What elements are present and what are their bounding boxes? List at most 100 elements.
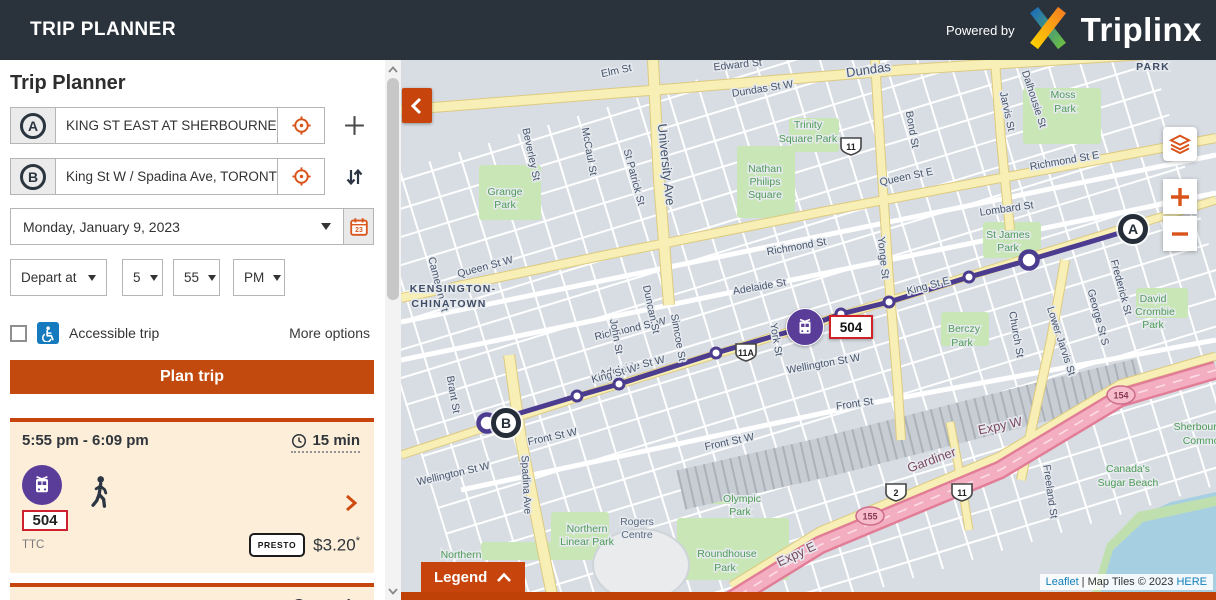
svg-text:155: 155: [862, 512, 877, 522]
svg-text:Berczy: Berczy: [948, 323, 981, 335]
svg-text:PARK: PARK: [1136, 61, 1170, 73]
zoom-out-button[interactable]: [1163, 216, 1197, 251]
zoom-in-button[interactable]: [1163, 179, 1197, 214]
app-header: TRIP PLANNER Powered by Triplinx: [0, 0, 1216, 60]
legend-bar-collapsed[interactable]: [401, 592, 1216, 600]
svg-text:Square Park: Square Park: [779, 133, 838, 145]
svg-text:CHINATOWN: CHINATOWN: [411, 298, 486, 310]
calendar-picker-button[interactable]: 23: [343, 209, 373, 244]
svg-text:Park: Park: [714, 562, 736, 574]
svg-text:Trinity: Trinity: [794, 119, 823, 131]
origin-input[interactable]: KING ST EAST AT SHERBOURNE: [56, 108, 277, 143]
svg-text:Park: Park: [729, 506, 751, 518]
trip-planner-sidebar: Trip Planner A KING ST EAST AT SHERBOURN…: [0, 60, 401, 600]
svg-text:Crombie: Crombie: [1135, 306, 1175, 318]
map-marker-a[interactable]: A: [1118, 214, 1148, 244]
svg-text:St James: St James: [986, 229, 1030, 241]
svg-text:2: 2: [893, 488, 898, 498]
streetcar-mode-icon: [22, 465, 62, 505]
minute-value: 55: [184, 270, 199, 285]
accessible-trip-label: Accessible trip: [69, 325, 159, 341]
depart-mode-value: Depart at: [21, 270, 77, 285]
scroll-up-arrow[interactable]: [385, 60, 401, 78]
svg-text:11: 11: [957, 488, 967, 498]
legend-toggle-button[interactable]: Legend: [421, 562, 525, 592]
svg-text:David: David: [1140, 293, 1167, 305]
crosshair-icon: [290, 114, 313, 137]
crosshair-icon: [290, 165, 313, 188]
svg-text:Sherbourne: Sherbourne: [1174, 421, 1216, 433]
destination-b-badge: B: [11, 159, 56, 194]
svg-text:Philips: Philips: [750, 176, 781, 188]
date-value: Monday, January 9, 2023: [11, 219, 321, 235]
map-marker-b[interactable]: B: [491, 408, 521, 438]
app-title: TRIP PLANNER: [30, 19, 176, 41]
svg-text:Linear Park: Linear Park: [560, 536, 614, 548]
here-link[interactable]: HERE: [1176, 576, 1207, 588]
svg-text:Roundhouse: Roundhouse: [697, 548, 757, 560]
chevron-left-icon: [408, 95, 426, 117]
svg-text:Northern: Northern: [441, 549, 482, 561]
svg-text:Square: Square: [748, 189, 782, 201]
svg-text:Park: Park: [951, 337, 973, 349]
minus-icon: [1169, 223, 1191, 245]
chevron-right-icon[interactable]: [344, 493, 358, 518]
svg-text:Grange: Grange: [487, 186, 522, 198]
origin-field[interactable]: A KING ST EAST AT SHERBOURNE: [10, 107, 325, 144]
itinerary-duration: 15 min: [291, 432, 360, 453]
scrollbar-thumb[interactable]: [387, 78, 399, 300]
route-vehicle-marker[interactable]: [786, 308, 824, 346]
date-select[interactable]: Monday, January 9, 2023 23: [10, 208, 374, 245]
svg-text:Northern: Northern: [567, 523, 608, 535]
swap-locations-button[interactable]: [337, 158, 371, 195]
agency-label: TTC: [22, 539, 44, 551]
sidebar-scrollbar[interactable]: [385, 60, 401, 600]
triplinx-x-logo-icon: [1025, 5, 1071, 56]
svg-text:23: 23: [355, 227, 363, 234]
layers-icon: [1168, 132, 1192, 156]
svg-text:Park: Park: [494, 199, 516, 211]
chevron-down-icon: [273, 275, 281, 281]
presto-badge: PRESTO: [249, 533, 305, 557]
more-options-link[interactable]: More options: [289, 325, 370, 341]
sidebar-heading: Trip Planner: [10, 72, 126, 95]
plus-icon: [1169, 186, 1191, 208]
svg-text:11: 11: [846, 142, 856, 152]
brand-area: Powered by Triplinx: [946, 0, 1202, 60]
map-pane[interactable]: Elm StEdward StDundas St WDundasBeverley…: [401, 60, 1216, 600]
svg-text:Canada's: Canada's: [1106, 463, 1150, 475]
ampm-value: PM: [244, 270, 264, 285]
map-layers-button[interactable]: [1163, 127, 1197, 161]
ampm-select[interactable]: PM: [233, 259, 285, 296]
hour-select[interactable]: 5: [122, 259, 163, 296]
route-number-badge: 504: [22, 510, 68, 531]
destination-input[interactable]: King St W / Spadina Ave, TORONT: [56, 159, 277, 194]
chevron-down-icon: [321, 223, 331, 230]
leaflet-link[interactable]: Leaflet: [1046, 576, 1079, 588]
chevron-up-icon: [496, 572, 512, 583]
collapse-sidebar-button[interactable]: [402, 88, 432, 123]
accessible-trip-checkbox[interactable]: [10, 325, 27, 342]
destination-locate-button[interactable]: [277, 159, 324, 194]
destination-field[interactable]: B King St W / Spadina Ave, TORONT: [10, 158, 325, 195]
b-circle-icon: B: [20, 164, 46, 190]
streetcar-icon: [794, 316, 816, 338]
svg-text:Moss: Moss: [1050, 89, 1075, 101]
chevron-down-icon: [150, 275, 158, 281]
depart-mode-select[interactable]: Depart at: [10, 259, 107, 296]
origin-locate-button[interactable]: [277, 108, 324, 143]
scroll-down-arrow[interactable]: [385, 582, 401, 600]
svg-text:154: 154: [1113, 391, 1128, 401]
brand-name: Triplinx: [1081, 11, 1202, 49]
swap-arrows-icon: [342, 165, 366, 189]
map-attribution: Leaflet | Map Tiles © 2023 HERE: [1040, 574, 1213, 590]
chevron-down-icon: [208, 275, 216, 281]
svg-text:KENSINGTON-: KENSINGTON-: [410, 283, 497, 295]
legend-label: Legend: [434, 569, 487, 586]
add-waypoint-button[interactable]: [337, 107, 371, 144]
svg-text:Park: Park: [1142, 319, 1164, 331]
plan-trip-button[interactable]: Plan trip: [10, 360, 374, 394]
itinerary-card-2[interactable]: 6:00 pm - 6:14 pm 15 min: [10, 583, 374, 600]
itinerary-card-1[interactable]: 5:55 pm - 6:09 pm 15 min: [10, 418, 374, 573]
minute-select[interactable]: 55: [173, 259, 220, 296]
